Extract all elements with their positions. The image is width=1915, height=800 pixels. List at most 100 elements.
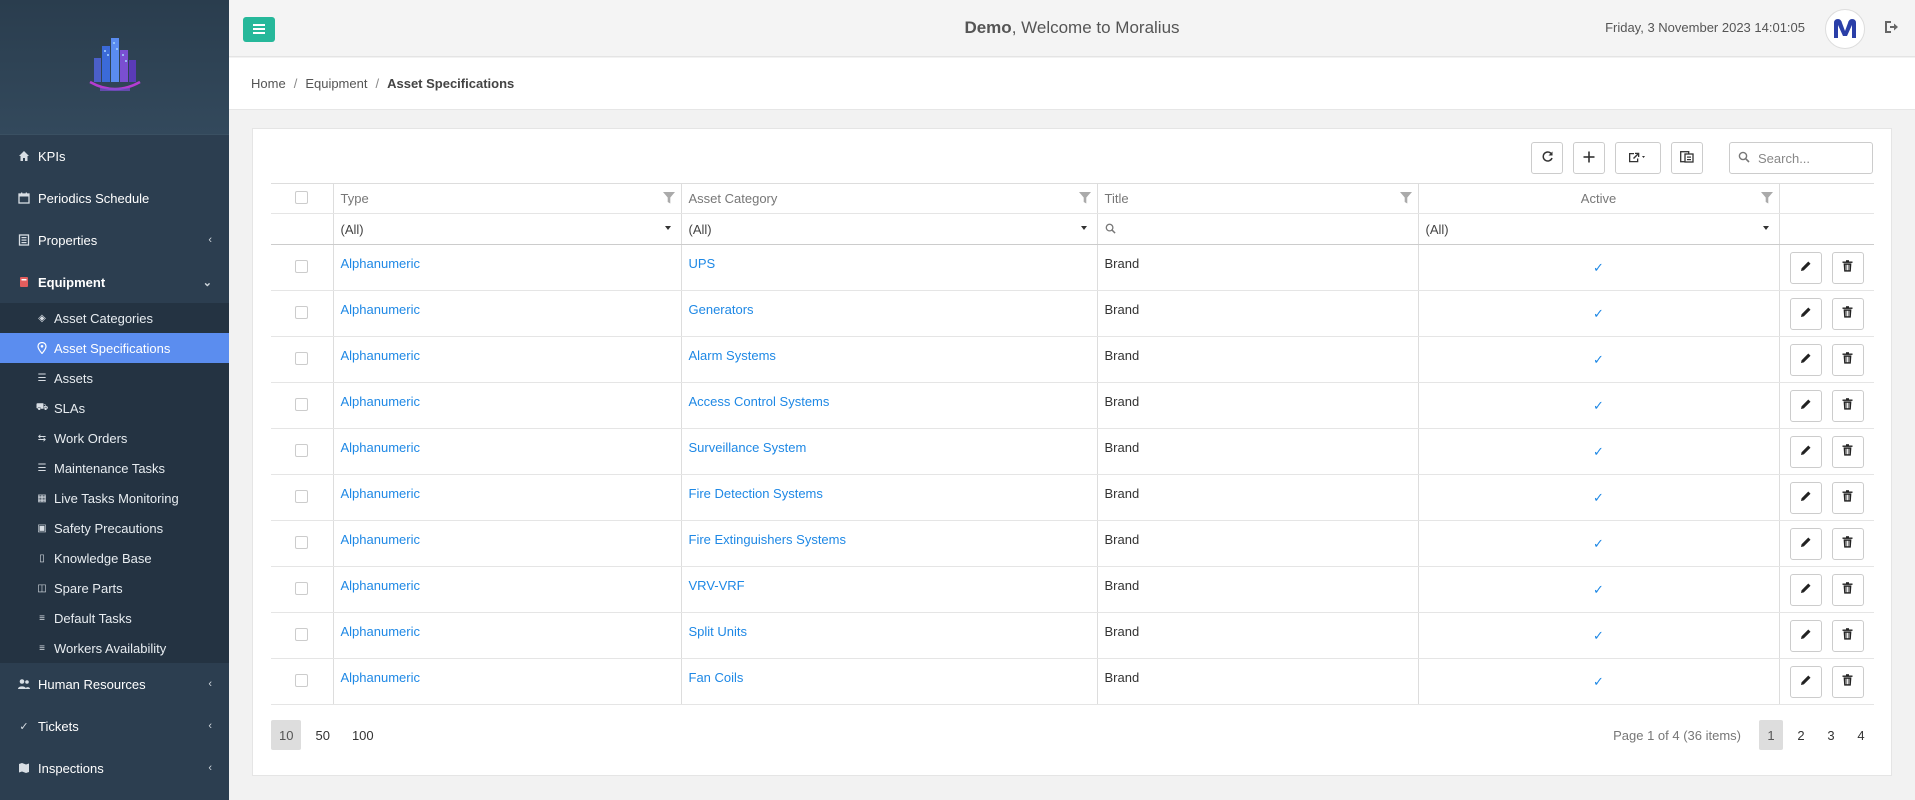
column-header-asset-category[interactable]: Asset Category xyxy=(681,183,1098,214)
table-row[interactable]: Alphanumeric UPS Brand ✓ xyxy=(271,244,1874,291)
sidebar-item-slas[interactable]: ⛟ SLAs xyxy=(0,393,229,423)
row-checkbox[interactable] xyxy=(295,351,309,365)
type-link[interactable]: Alphanumeric xyxy=(341,670,421,685)
filter-category-select[interactable]: (All) xyxy=(681,213,1098,245)
column-header-type[interactable]: Type xyxy=(333,183,682,214)
filter-active-select[interactable]: (All) xyxy=(1418,213,1780,245)
category-link[interactable]: UPS xyxy=(689,256,716,271)
type-link[interactable]: Alphanumeric xyxy=(341,624,421,639)
type-link[interactable]: Alphanumeric xyxy=(341,348,421,363)
sidebar-item-inspections[interactable]: Inspections ‹ xyxy=(0,747,229,789)
type-link[interactable]: Alphanumeric xyxy=(341,486,421,501)
add-button[interactable] xyxy=(1573,142,1605,174)
sidebar-item-maintenance-tasks[interactable]: ☰ Maintenance Tasks xyxy=(0,453,229,483)
page-size-10[interactable]: 10 xyxy=(271,720,302,750)
edit-button[interactable] xyxy=(1789,619,1822,652)
company-logo[interactable] xyxy=(80,32,150,102)
delete-button[interactable] xyxy=(1831,343,1864,376)
delete-button[interactable] xyxy=(1831,527,1864,560)
sidebar-item-periodics-schedule[interactable]: Periodics Schedule xyxy=(0,177,229,219)
type-link[interactable]: Alphanumeric xyxy=(341,578,421,593)
filter-icon[interactable] xyxy=(1399,192,1412,204)
edit-button[interactable] xyxy=(1789,251,1822,284)
table-row[interactable]: Alphanumeric Access Control Systems Brand ✓ xyxy=(271,382,1874,429)
sidebar-item-safety-precautions[interactable]: ▣ Safety Precautions xyxy=(0,513,229,543)
type-link[interactable]: Alphanumeric xyxy=(341,440,421,455)
sidebar-item-properties[interactable]: Properties ‹ xyxy=(0,219,229,261)
sidebar-item-spare-parts[interactable]: ◫ Spare Parts xyxy=(0,573,229,603)
delete-button[interactable] xyxy=(1831,297,1864,330)
category-link[interactable]: Fan Coils xyxy=(689,670,744,685)
delete-button[interactable] xyxy=(1831,389,1864,422)
avatar[interactable] xyxy=(1825,9,1865,49)
edit-button[interactable] xyxy=(1789,389,1822,422)
sidebar-item-human-resources[interactable]: Human Resources ‹ xyxy=(0,663,229,705)
row-checkbox[interactable] xyxy=(295,581,309,595)
table-row[interactable]: Alphanumeric Split Units Brand ✓ xyxy=(271,612,1874,659)
sidebar-item-workers-availability[interactable]: ≡ Workers Availability xyxy=(0,633,229,663)
row-checkbox[interactable] xyxy=(295,673,309,687)
sidebar-item-live-tasks-monitoring[interactable]: ▦ Live Tasks Monitoring xyxy=(0,483,229,513)
table-row[interactable]: Alphanumeric Fire Extinguishers Systems Br… xyxy=(271,520,1874,567)
sidebar-item-equipment[interactable]: Equipment ⌄ xyxy=(0,261,229,303)
export-button[interactable] xyxy=(1615,142,1661,174)
table-row[interactable]: Alphanumeric Generators Brand ✓ xyxy=(271,290,1874,337)
edit-button[interactable] xyxy=(1789,573,1822,606)
column-header-title[interactable]: Title xyxy=(1097,183,1419,214)
row-checkbox[interactable] xyxy=(295,535,309,549)
category-link[interactable]: VRV-VRF xyxy=(689,578,745,593)
edit-button[interactable] xyxy=(1789,343,1822,376)
sidebar-item-default-tasks[interactable]: ≡ Default Tasks xyxy=(0,603,229,633)
sidebar-item-kpis[interactable]: KPIs xyxy=(0,135,229,177)
edit-button[interactable] xyxy=(1789,481,1822,514)
filter-icon[interactable] xyxy=(1078,192,1091,204)
row-checkbox[interactable] xyxy=(295,443,309,457)
delete-button[interactable] xyxy=(1831,435,1864,468)
sidebar-item-work-orders[interactable]: ⇆ Work Orders xyxy=(0,423,229,453)
logout-icon[interactable] xyxy=(1883,19,1901,37)
table-row[interactable]: Alphanumeric Surveillance System Brand ✓ xyxy=(271,428,1874,475)
breadcrumb-home[interactable]: Home xyxy=(251,76,286,91)
type-link[interactable]: Alphanumeric xyxy=(341,256,421,271)
category-link[interactable]: Split Units xyxy=(689,624,748,639)
select-all-checkbox[interactable] xyxy=(295,190,309,204)
table-row[interactable]: Alphanumeric Fan Coils Brand ✓ xyxy=(271,658,1874,705)
row-checkbox[interactable] xyxy=(295,397,309,411)
sidebar-item-assets[interactable]: ☰ Assets xyxy=(0,363,229,393)
type-link[interactable]: Alphanumeric xyxy=(341,302,421,317)
page-3-button[interactable]: 3 xyxy=(1819,720,1843,750)
filter-type-select[interactable]: (All) xyxy=(333,213,682,245)
table-row[interactable]: Alphanumeric Alarm Systems Brand ✓ xyxy=(271,336,1874,383)
row-checkbox[interactable] xyxy=(295,305,309,319)
category-link[interactable]: Surveillance System xyxy=(689,440,807,455)
page-1-button[interactable]: 1 xyxy=(1759,720,1783,750)
category-link[interactable]: Fire Extinguishers Systems xyxy=(689,532,847,547)
refresh-button[interactable] xyxy=(1531,142,1563,174)
category-link[interactable]: Access Control Systems xyxy=(689,394,830,409)
filter-title-input[interactable] xyxy=(1097,213,1419,245)
column-header-active[interactable]: Active xyxy=(1418,183,1780,214)
delete-button[interactable] xyxy=(1831,619,1864,652)
breadcrumb-equipment[interactable]: Equipment xyxy=(305,76,367,91)
filter-icon[interactable] xyxy=(1760,192,1773,204)
page-2-button[interactable]: 2 xyxy=(1789,720,1813,750)
table-row[interactable]: Alphanumeric Fire Detection Systems Brand ✓ xyxy=(271,474,1874,521)
sidebar-item-tickets[interactable]: ✓ Tickets ‹ xyxy=(0,705,229,747)
edit-button[interactable] xyxy=(1789,435,1822,468)
filter-icon[interactable] xyxy=(662,192,675,204)
edit-button[interactable] xyxy=(1789,665,1822,698)
sidebar-item-knowledge-base[interactable]: ▯ Knowledge Base xyxy=(0,543,229,573)
category-link[interactable]: Alarm Systems xyxy=(689,348,776,363)
table-row[interactable]: Alphanumeric VRV-VRF Brand ✓ xyxy=(271,566,1874,613)
row-checkbox[interactable] xyxy=(295,489,309,503)
delete-button[interactable] xyxy=(1831,665,1864,698)
sidebar-item-asset-categories[interactable]: ◈ Asset Categories xyxy=(0,303,229,333)
page-4-button[interactable]: 4 xyxy=(1849,720,1873,750)
page-size-100[interactable]: 100 xyxy=(344,720,382,750)
edit-button[interactable] xyxy=(1789,297,1822,330)
type-link[interactable]: Alphanumeric xyxy=(341,532,421,547)
row-checkbox[interactable] xyxy=(295,259,309,273)
type-link[interactable]: Alphanumeric xyxy=(341,394,421,409)
category-link[interactable]: Fire Detection Systems xyxy=(689,486,823,501)
column-chooser-button[interactable] xyxy=(1671,142,1703,174)
